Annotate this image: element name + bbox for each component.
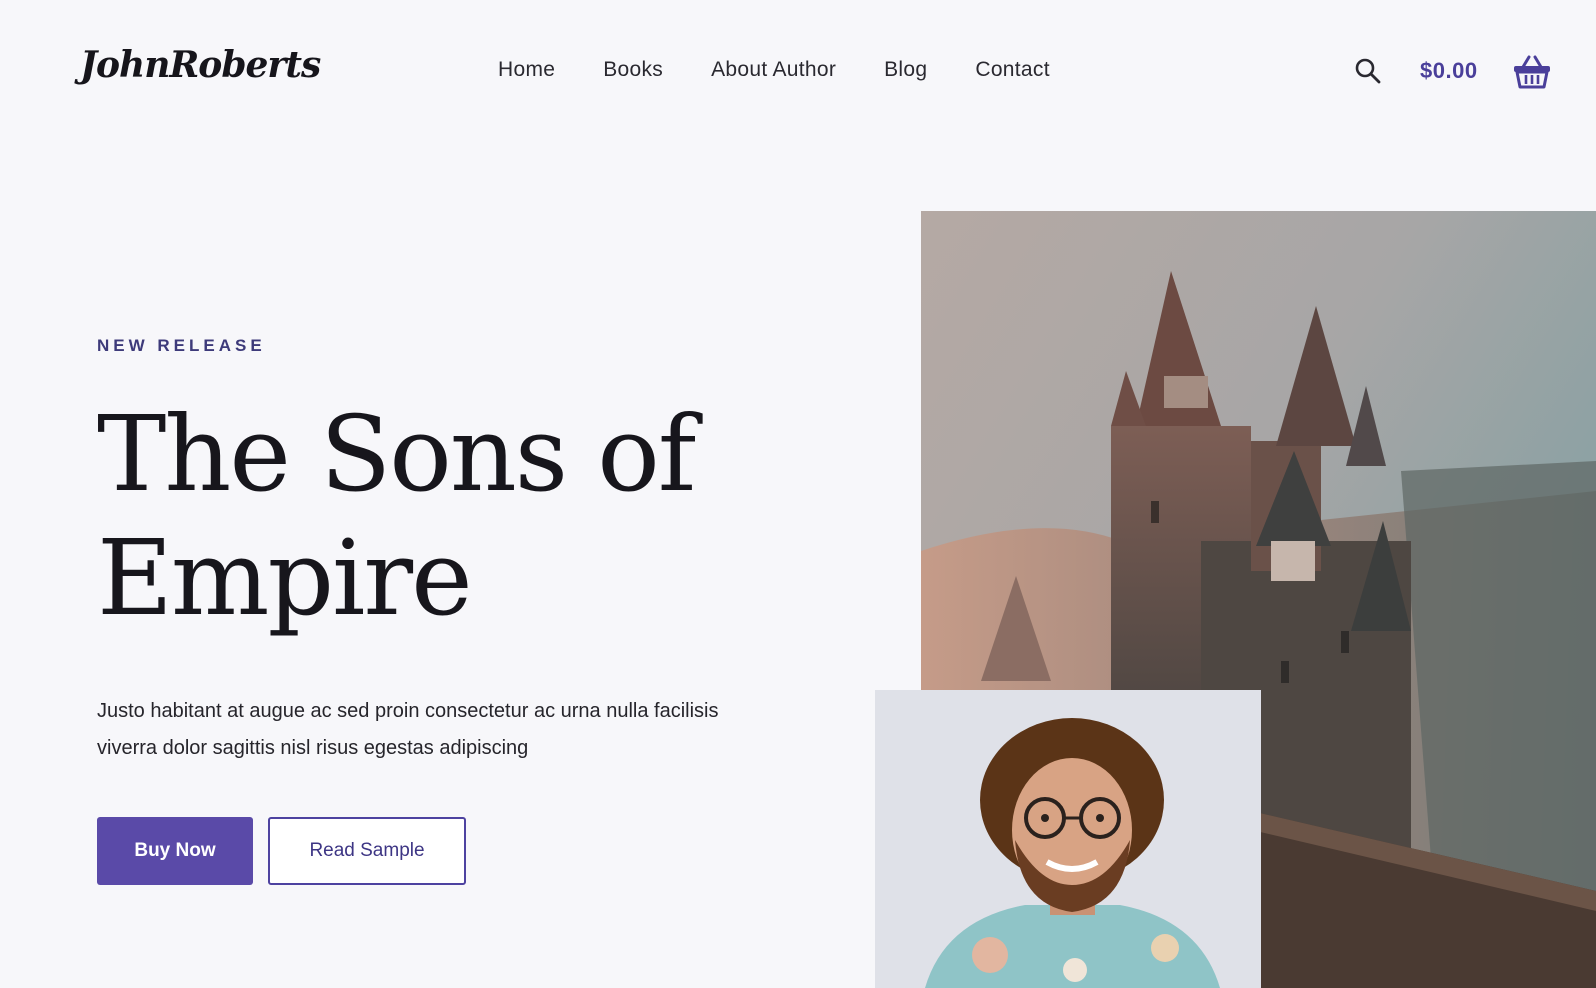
hero-title: The Sons of Empire xyxy=(97,393,696,639)
buy-now-button[interactable]: Buy Now xyxy=(97,817,253,885)
main-nav: Home Books About Author Blog Contact xyxy=(498,58,1050,82)
eyebrow-label: NEW RELEASE xyxy=(97,336,266,355)
basket-icon[interactable] xyxy=(1512,54,1552,90)
nav-books[interactable]: Books xyxy=(603,58,663,82)
nav-contact[interactable]: Contact xyxy=(975,58,1049,82)
search-icon[interactable] xyxy=(1354,57,1382,85)
nav-blog[interactable]: Blog xyxy=(884,58,927,82)
site-logo[interactable]: JohnRoberts xyxy=(80,44,321,86)
nav-about-author[interactable]: About Author xyxy=(711,58,836,82)
hero-description: Justo habitant at augue ac sed proin con… xyxy=(97,700,719,759)
read-sample-button[interactable]: Read Sample xyxy=(268,817,466,885)
author-photo xyxy=(875,690,1261,988)
site-header: JohnRoberts Home Books About Author Blog… xyxy=(0,0,1596,150)
page: JohnRoberts Home Books About Author Blog… xyxy=(0,0,1596,988)
nav-home[interactable]: Home xyxy=(498,58,555,82)
cart-total[interactable]: $0.00 xyxy=(1420,58,1478,84)
